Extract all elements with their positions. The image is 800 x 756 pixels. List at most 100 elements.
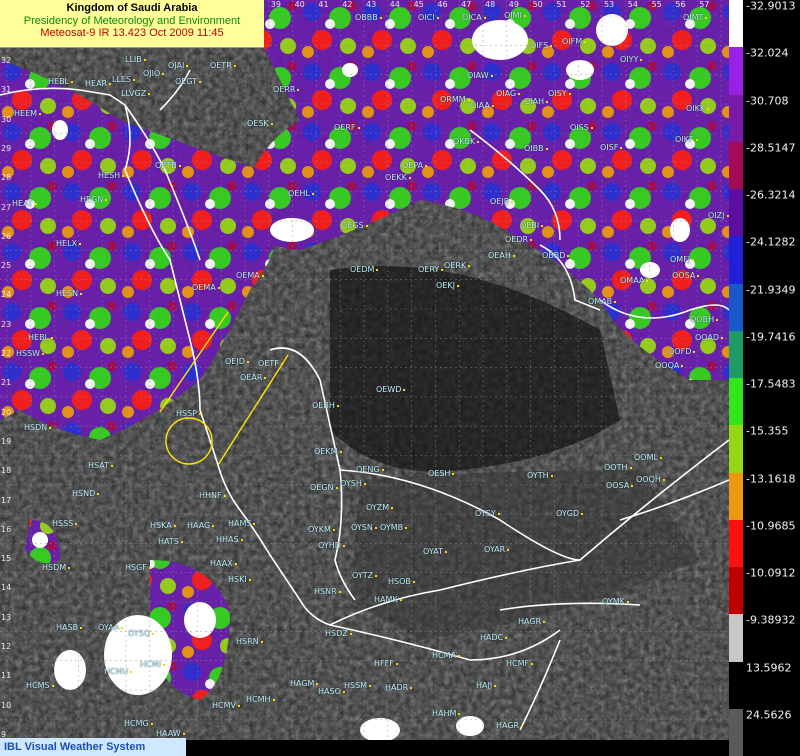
station-label: OYSH (340, 480, 366, 488)
station-label: HHAS (216, 536, 243, 544)
latitude-label: 11 (1, 671, 12, 681)
station-label: HSAT (88, 462, 113, 470)
longitude-label: 50 (532, 0, 543, 9)
station-label: OEKK (385, 174, 411, 182)
latitude-label: 20 (1, 407, 12, 417)
station-label: HSOB (388, 578, 415, 586)
header-agency: Presidency of Meteorology and Environmen… (23, 14, 241, 27)
station-label: HSKI (228, 576, 251, 584)
station-label: OEGS (341, 222, 368, 230)
station-label: HEEM (14, 110, 41, 118)
station-label: HEAT (12, 200, 37, 208)
longitude-label: 47 (461, 0, 472, 9)
station-label: OOBH (690, 316, 718, 324)
station-label: OMFJ (670, 256, 694, 264)
station-label: HSKA (150, 522, 176, 530)
latitude-label: 10 (1, 700, 12, 710)
station-label: HEGN (80, 196, 107, 204)
latitude-label: 23 (1, 319, 12, 329)
station-label: HSNR (314, 588, 341, 596)
latitude-label: 28 (1, 173, 12, 183)
station-label: OIBB (524, 145, 548, 153)
longitude-label: 53 (604, 0, 615, 9)
station-label: HSDN (24, 424, 51, 432)
station-label: HCMV (212, 702, 240, 710)
station-label: OMAA (620, 277, 648, 285)
station-label: OIFM (562, 38, 586, 46)
station-label: OYKM (308, 526, 335, 534)
station-label: OISY (548, 90, 571, 98)
color-scale-legend: -32.9013 -32.024 -30.708 -28.5147 -26.3214 -2… (729, 0, 800, 756)
station-label: OYSY (475, 510, 500, 518)
station-label: OEGT (175, 78, 201, 86)
station-label: OIAW (467, 72, 493, 80)
longitude-label: 51 (556, 0, 567, 9)
header-country: Kingdom of Saudi Arabia (66, 2, 198, 14)
latitude-label: 21 (1, 378, 12, 388)
station-label: HAGR (496, 722, 523, 730)
station-label: OEBH (312, 402, 339, 410)
station-label: LLVGZ (121, 90, 150, 98)
latitude-label: 18 (1, 466, 12, 476)
station-label: OEKJ (436, 282, 459, 290)
station-label: HADR (385, 684, 412, 692)
scale-swatch (729, 189, 743, 237)
longitude-label: 45 (413, 0, 424, 9)
station-label: OESH (428, 470, 454, 478)
latitude-label: 32 (1, 56, 12, 65)
latitude-label: 15 (1, 554, 12, 564)
satellite-map[interactable]: OBBB OICI OICA OIMI OJAI OETR LLIB OJIO OEGT HEAR… (0, 0, 729, 740)
station-label: HEBL (28, 334, 53, 342)
station-label: OYAA (98, 624, 123, 632)
station-label: HEBL (48, 78, 73, 86)
latitude-label: 29 (1, 143, 12, 153)
latitude-label: 17 (1, 495, 12, 505)
latitude-label: 14 (1, 583, 12, 593)
station-label: OERY (418, 266, 443, 274)
station-label: HSGF (125, 564, 151, 572)
station-label: HAMK (374, 596, 402, 604)
scale-swatch (729, 283, 743, 331)
scale-value-label: -19.7416 (746, 330, 796, 344)
scale-value-label: 24.5626 (746, 708, 792, 722)
station-label: OOSA (672, 272, 699, 280)
station-label: HAGR (518, 618, 545, 626)
station-label: OOML (634, 454, 662, 462)
scale-swatch (729, 378, 743, 426)
station-label: HSSS (52, 520, 77, 528)
station-label: OEKM (314, 448, 342, 456)
station-label: OEAR (240, 374, 266, 382)
station-label: OYMK (602, 598, 629, 606)
station-label: OKBK (453, 138, 479, 146)
station-label: OIAA (470, 102, 494, 110)
longitude-label: 54 (627, 0, 638, 9)
station-label: OYSQ (128, 630, 154, 638)
station-label: HSDZ (325, 630, 352, 638)
scale-value-label: -13.1618 (746, 472, 796, 485)
station-label: OETF (258, 360, 283, 368)
station-label: OYTZ (352, 572, 377, 580)
station-label: HSSM (344, 682, 371, 690)
station-label: HASO (318, 688, 345, 696)
header-product: Meteosat-9 IR 13.423 Oct 2009 11:45 (40, 27, 224, 40)
station-label: OIAH (524, 98, 548, 106)
station-label: OYAR (484, 546, 509, 554)
longitude-label: 49 (508, 0, 519, 9)
station-label: OEJD (225, 358, 249, 366)
station-label: OJAI (168, 62, 188, 70)
longitude-label: 57 (699, 0, 710, 9)
station-label: OYSN (351, 524, 377, 532)
station-label: OENG (356, 466, 384, 474)
station-label: HCMH (246, 696, 275, 704)
scale-swatch (729, 330, 743, 378)
station-label: HAGM (290, 680, 318, 688)
latitude-label: 13 (1, 612, 12, 622)
longitude-label: 46 (437, 0, 448, 9)
longitude-label: 44 (389, 0, 400, 9)
station-label: HAAG (187, 522, 214, 530)
latitude-label: 12 (1, 642, 12, 651)
station-label: OEMA (192, 284, 220, 292)
scale-value-label: -32.024 (746, 46, 789, 60)
station-label: OESK (247, 120, 273, 128)
station-label: LLES (112, 76, 135, 84)
